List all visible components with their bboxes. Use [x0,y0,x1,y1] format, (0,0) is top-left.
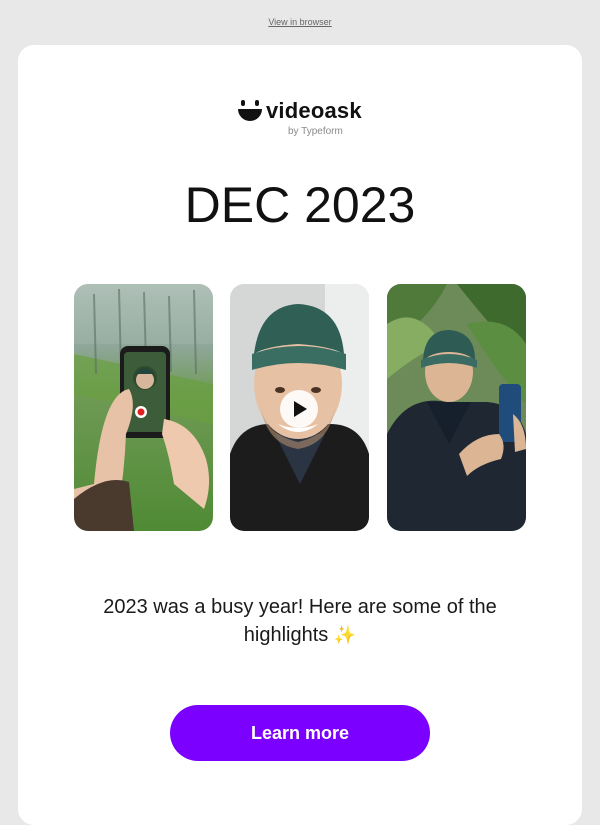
highlights-copy: 2023 was a busy year! Here are some of t… [103,596,497,646]
photo-man-beanie-smiling[interactable] [230,284,369,531]
highlights-text: 2023 was a busy year! Here are some of t… [70,593,530,649]
logo-subtitle: by Typeform [288,126,343,137]
sparkles-icon: ✨ [333,625,357,645]
logo-wordmark: videoask [266,98,362,123]
videoask-logo[interactable]: videoask by Typeform [238,98,368,144]
page-title: DEC 2023 [184,177,416,233]
view-in-browser-link[interactable]: View in browser [268,17,331,27]
email-top-bar: View in browser [0,0,600,44]
email-card: videoask by Typeform DEC 2023 2023 was a… [18,45,582,825]
learn-more-button[interactable]: Learn more [170,705,430,761]
photo-phone-recording[interactable] [74,284,213,531]
smiley-logo-icon [238,100,262,121]
photo-man-phone-plants[interactable] [387,284,526,531]
